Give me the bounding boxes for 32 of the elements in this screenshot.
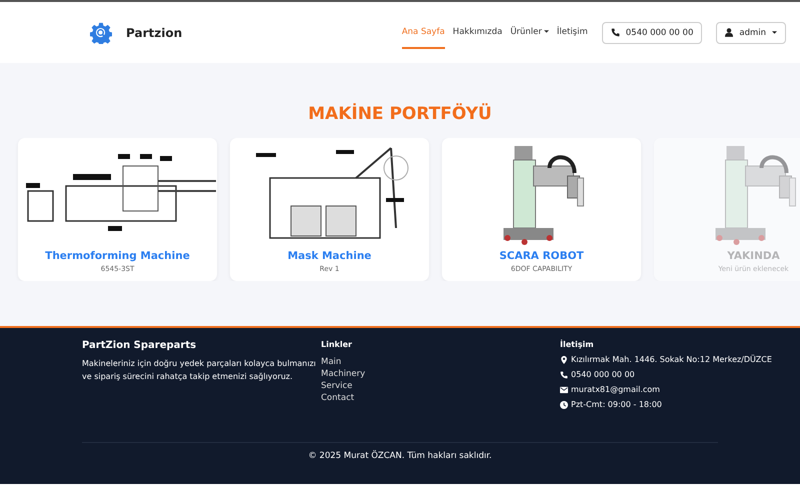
footer-link[interactable]: Main — [321, 357, 560, 367]
nav-link[interactable]: Ürünler — [510, 16, 549, 48]
footer-heading: Linkler — [321, 340, 353, 349]
product-title: Mask Machine — [288, 250, 372, 262]
user-icon — [725, 28, 734, 37]
clock-icon — [560, 400, 568, 408]
contact-text: muratx81@gmail.com — [571, 385, 660, 394]
brand-name: Partzion — [126, 26, 182, 40]
product-title: YAKINDA — [727, 250, 780, 262]
footer-description: Makineleriniz için doğru yedek parçaları kolayca bulmanızı ve sipariş sürecini rahatça takip etmenizi sağlıyoruz. — [82, 358, 317, 383]
footer-link[interactable]: Machinery — [321, 369, 560, 379]
nav-link[interactable]: İletişim — [556, 16, 588, 48]
product-title: Thermoforming Machine — [45, 250, 190, 262]
caret-icon — [772, 31, 777, 34]
location-pin-icon — [560, 356, 568, 364]
contact-text: Pzt-Cmt: 09:00 - 18:00 — [571, 400, 662, 409]
nav-link[interactable]: Hakkımızda — [452, 16, 502, 48]
contact-text: 0540 000 00 00 — [571, 370, 635, 379]
phone-icon — [560, 370, 568, 378]
footer-heading: İletişim — [560, 340, 595, 349]
envelope-icon — [560, 386, 568, 394]
gear-logo-icon — [90, 22, 112, 44]
footer-link[interactable]: Service — [321, 381, 560, 391]
phone-icon — [610, 28, 620, 37]
footer-brand: PartZion Spareparts — [82, 340, 198, 351]
footer-link[interactable]: Contact — [321, 393, 560, 403]
copyright-text: © 2025 Murat ÖZCAN. Tüm hakları saklıdır. — [307, 451, 493, 461]
section-title: MAKİNE PORTFÖYÜ — [307, 104, 493, 124]
user-menu-button[interactable]: admin — [716, 22, 786, 44]
contact-text: Kızılırmak Mah. 1446. Sokak No:12 Merkez/DÜZCE — [571, 355, 772, 364]
product-title: SCARA ROBOT — [499, 250, 584, 262]
phone-button[interactable]: 0540 000 00 00 — [602, 22, 702, 44]
